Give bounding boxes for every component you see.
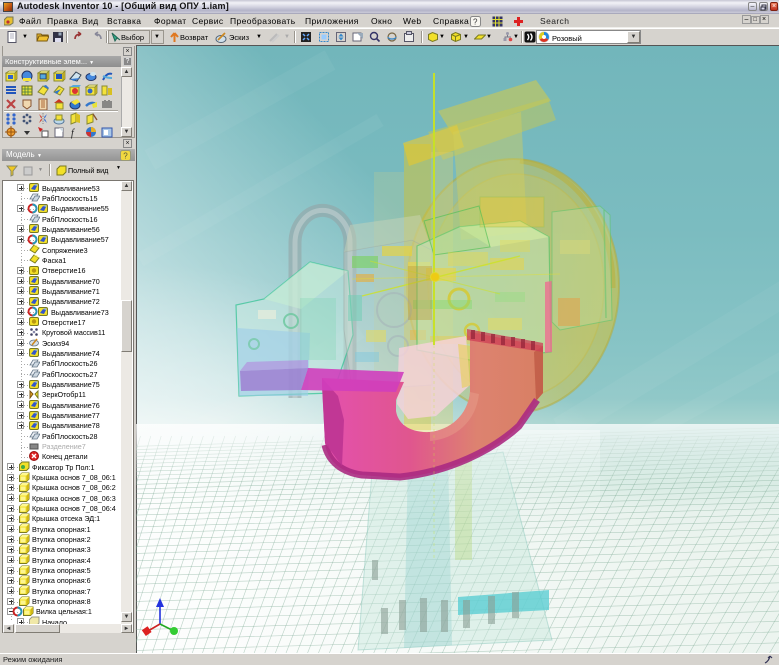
svg-text:?: ? [123, 152, 128, 161]
svg-text:f: f [71, 128, 75, 139]
svg-text:?: ? [473, 18, 478, 27]
